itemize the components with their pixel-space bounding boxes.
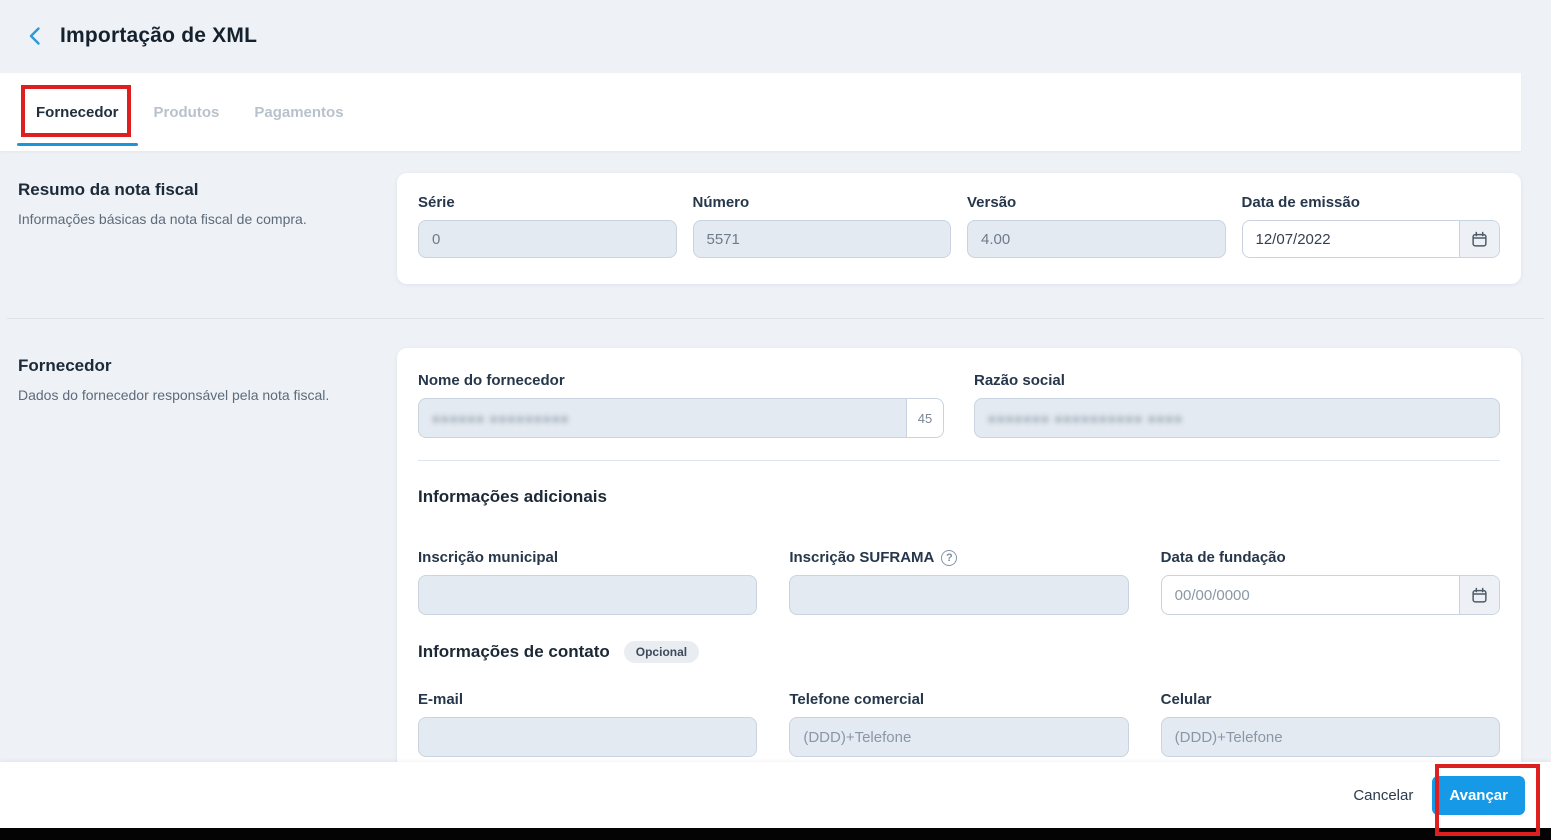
nome-fornecedor-label: Nome do fornecedor: [418, 372, 565, 389]
fornecedor-heading: Fornecedor: [18, 356, 112, 375]
redacted-value: ●●●●●● ●●●●●●●●●: [432, 410, 570, 426]
resumo-subtext: Informações básicas da nota fiscal de co…: [18, 211, 307, 227]
contato-heading: Informações de contato Opcional: [418, 641, 1500, 663]
telefone-comercial-label: Telefone comercial: [789, 691, 925, 708]
cancel-button[interactable]: Cancelar: [1353, 787, 1413, 804]
data-fundacao-label: Data de fundação: [1160, 549, 1286, 566]
tab-pagamentos-label: Pagamentos: [254, 103, 344, 121]
celular-input[interactable]: [1160, 717, 1500, 757]
razao-social-field: Razão social ●●●●●●● ●●●●●●●●●● ●●●●: [974, 372, 1500, 438]
inscricao-municipal-label: Inscrição municipal: [418, 549, 559, 566]
numero-label: Número: [692, 194, 750, 211]
telefone-comercial-field: Telefone comercial: [789, 691, 1129, 757]
fornecedor-card: Nome do fornecedor ●●●●●● ●●●●●●●●● 45 R…: [397, 348, 1521, 790]
fornecedor-subtext: Dados do fornecedor responsável pela not…: [18, 387, 330, 403]
serie-input: 0: [418, 220, 677, 258]
telefone-comercial-input[interactable]: [789, 717, 1129, 757]
numero-field: Número 5571: [692, 194, 951, 258]
versao-label: Versão: [967, 194, 1017, 211]
email-field: E-mail: [418, 691, 758, 757]
tabbar: Fornecedor Produtos Pagamentos: [0, 73, 1521, 152]
calendar-icon: [1472, 587, 1487, 603]
resumo-section-description: Resumo da nota fiscal Informações básica…: [18, 180, 378, 229]
char-counter: 45: [906, 398, 944, 438]
versao-input: 4.00: [967, 220, 1226, 258]
page-title: Importação de XML: [60, 24, 258, 47]
inscricao-suframa-label-text: Inscrição SUFRAMA: [789, 549, 935, 566]
data-emissao-label: Data de emissão: [1241, 194, 1360, 211]
data-fundacao-input[interactable]: 00/00/0000: [1162, 576, 1459, 614]
next-button[interactable]: Avançar: [1432, 775, 1525, 815]
inscricao-suframa-field: Inscrição SUFRAMA ?: [789, 549, 1129, 615]
data-emissao-input[interactable]: 12/07/2022: [1243, 221, 1460, 257]
inscricao-suframa-label: Inscrição SUFRAMA ?: [789, 549, 1128, 566]
razao-social-input: ●●●●●●● ●●●●●●●●●● ●●●●: [974, 398, 1500, 438]
resumo-heading: Resumo da nota fiscal: [18, 180, 199, 199]
contato-heading-text: Informações de contato: [418, 642, 610, 661]
versao-field: Versão 4.00: [967, 194, 1226, 258]
active-tab-underline: [17, 143, 138, 146]
tab-produtos[interactable]: Produtos: [154, 73, 220, 151]
razao-social-label: Razão social: [974, 372, 1065, 389]
fornecedor-section-description: Fornecedor Dados do fornecedor responsáv…: [18, 356, 378, 405]
inscricao-municipal-input[interactable]: [418, 575, 758, 615]
section-divider: [7, 318, 1544, 319]
nome-fornecedor-field: Nome do fornecedor ●●●●●● ●●●●●●●●● 45: [418, 372, 944, 438]
data-fundacao-field: Data de fundação 00/00/0000: [1160, 549, 1500, 615]
footer-bar: Cancelar Avançar: [0, 762, 1551, 828]
inscricao-municipal-field: Inscrição municipal: [418, 549, 758, 615]
optional-badge: Opcional: [623, 641, 700, 663]
celular-field: Celular: [1160, 691, 1500, 757]
tab-produtos-label: Produtos: [153, 103, 220, 121]
page-header: Importação de XML: [28, 24, 257, 48]
nome-fornecedor-input: ●●●●●● ●●●●●●●●●: [418, 398, 906, 438]
adicionais-heading: Informações adicionais: [418, 487, 1500, 507]
calendar-icon: [1472, 231, 1487, 247]
data-emissao-field: Data de emissão 12/07/2022: [1241, 194, 1500, 258]
inscricao-suframa-input[interactable]: [789, 575, 1129, 615]
adicionais-heading-text: Informações adicionais: [418, 487, 607, 506]
redacted-value: ●●●●●●● ●●●●●●●●●● ●●●●: [988, 410, 1184, 426]
data-fundacao-calendar-button[interactable]: [1459, 576, 1499, 614]
serie-field: Série 0: [418, 194, 677, 258]
card-inner-divider: [418, 460, 1500, 461]
email-input[interactable]: [418, 717, 758, 757]
tab-fornecedor[interactable]: Fornecedor: [17, 73, 138, 151]
email-label: E-mail: [418, 691, 464, 708]
back-chevron-icon[interactable]: [28, 26, 42, 46]
help-icon[interactable]: ?: [941, 549, 958, 566]
tab-fornecedor-label: Fornecedor: [36, 103, 119, 121]
numero-input: 5571: [692, 220, 951, 258]
resumo-card: Série 0 Número 5571 Versão 4.00 Data de …: [397, 173, 1521, 284]
bottom-black-strip: [0, 828, 1551, 840]
data-emissao-calendar-button[interactable]: [1459, 221, 1499, 257]
serie-label: Série: [418, 194, 455, 211]
celular-label: Celular: [1160, 691, 1212, 708]
tab-pagamentos[interactable]: Pagamentos: [254, 73, 343, 151]
